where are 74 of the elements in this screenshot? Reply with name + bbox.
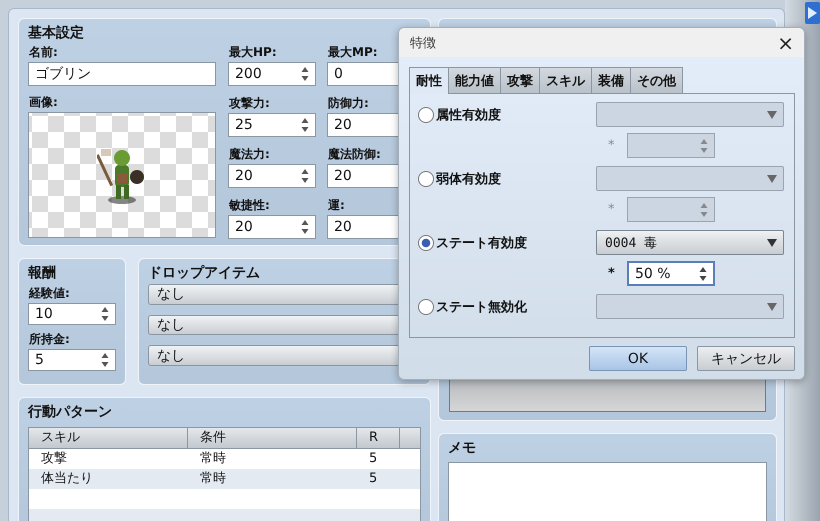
- tab[interactable]: 耐性: [409, 67, 449, 94]
- number-field[interactable]: 10: [28, 303, 116, 325]
- field-label: 最大MP:: [328, 44, 378, 60]
- rate-field[interactable]: [627, 197, 715, 222]
- field-label: 運:: [328, 197, 345, 213]
- multiply-sign: *: [608, 202, 615, 217]
- panel-title: 基本設定: [28, 24, 85, 42]
- caret-icon: [767, 110, 777, 118]
- field-label: 画像:: [29, 94, 58, 110]
- spinner-icon[interactable]: [101, 352, 109, 368]
- panel-title: 報酬: [28, 264, 57, 282]
- field-label: 経験値:: [29, 285, 70, 301]
- radio-button[interactable]: [418, 170, 434, 186]
- caret-icon: [767, 238, 777, 246]
- cancel-button[interactable]: キャンセル: [697, 346, 795, 371]
- radio-button[interactable]: [418, 106, 434, 122]
- rate-field[interactable]: 50 %: [627, 261, 715, 286]
- caret-icon: [767, 174, 777, 182]
- table-cell-text: 常時: [199, 450, 227, 468]
- spinner-icon[interactable]: [301, 117, 309, 133]
- number-field[interactable]: 5: [28, 349, 116, 371]
- dialog-title: 特徴: [410, 34, 436, 52]
- table-row[interactable]: 体当たり 常時 5: [29, 469, 420, 489]
- field-label: 所持金:: [29, 331, 70, 347]
- memo-field[interactable]: [448, 462, 767, 521]
- spinner-icon[interactable]: [301, 66, 309, 82]
- close-button[interactable]: ×: [773, 30, 798, 54]
- column-header[interactable]: スキル: [29, 428, 188, 448]
- tab[interactable]: その他: [630, 67, 683, 93]
- tab[interactable]: 能力値: [448, 67, 501, 93]
- column-header[interactable]: R: [357, 428, 400, 448]
- dropdown[interactable]: 0004 毒: [596, 230, 784, 255]
- field-label: 魔法防御:: [328, 146, 381, 162]
- field-label: 魔法力:: [229, 146, 270, 162]
- radio-button[interactable]: [418, 298, 434, 314]
- play-icon[interactable]: [805, 2, 820, 24]
- table-row[interactable]: 攻撃 常時 5: [29, 449, 420, 469]
- ok-button[interactable]: OK: [589, 346, 687, 371]
- tab[interactable]: 攻撃: [500, 67, 540, 93]
- radio-button[interactable]: [418, 234, 434, 250]
- table-cell-text: 5: [368, 470, 378, 488]
- number-field[interactable]: 20: [228, 215, 316, 239]
- panel-title: ドロップアイテム: [148, 264, 261, 282]
- image-preview[interactable]: [28, 112, 216, 238]
- spinner-icon[interactable]: [301, 219, 309, 235]
- field-label: 名前:: [29, 44, 58, 60]
- field-label: 防御力:: [328, 95, 369, 111]
- caret-icon: [767, 302, 777, 310]
- rate-field[interactable]: [627, 133, 715, 158]
- field-label: 最大HP:: [229, 44, 277, 60]
- number-field[interactable]: 25: [228, 113, 316, 137]
- panel-title: 行動パターン: [28, 403, 113, 421]
- multiply-sign: *: [608, 138, 615, 153]
- radio-option[interactable]: 属性有効度: [418, 106, 501, 124]
- panel-title: メモ: [448, 439, 477, 457]
- table-cell-text: 体当たり: [40, 470, 94, 488]
- tab[interactable]: 装備: [591, 67, 631, 93]
- radio-option[interactable]: ステート有効度: [418, 234, 527, 252]
- table-cell-text: 常時: [199, 470, 227, 488]
- field-label: 敏捷性:: [229, 197, 270, 213]
- spinner-icon[interactable]: [699, 266, 707, 282]
- number-field[interactable]: 200: [228, 62, 316, 86]
- table-cell-text: 5: [368, 450, 378, 468]
- number-field[interactable]: 20: [228, 164, 316, 188]
- name-field[interactable]: ゴブリン: [28, 62, 216, 86]
- radio-option[interactable]: 弱体有効度: [418, 170, 501, 188]
- radio-option[interactable]: ステート無効化: [418, 298, 527, 316]
- field-label: 攻撃力:: [229, 95, 270, 111]
- spinner-icon[interactable]: [101, 306, 109, 322]
- tab[interactable]: スキル: [539, 67, 592, 93]
- spinner-icon[interactable]: [301, 168, 309, 184]
- multiply-sign: *: [608, 266, 615, 281]
- table-cell-text: 攻撃: [40, 450, 68, 468]
- column-header[interactable]: 条件: [188, 428, 357, 448]
